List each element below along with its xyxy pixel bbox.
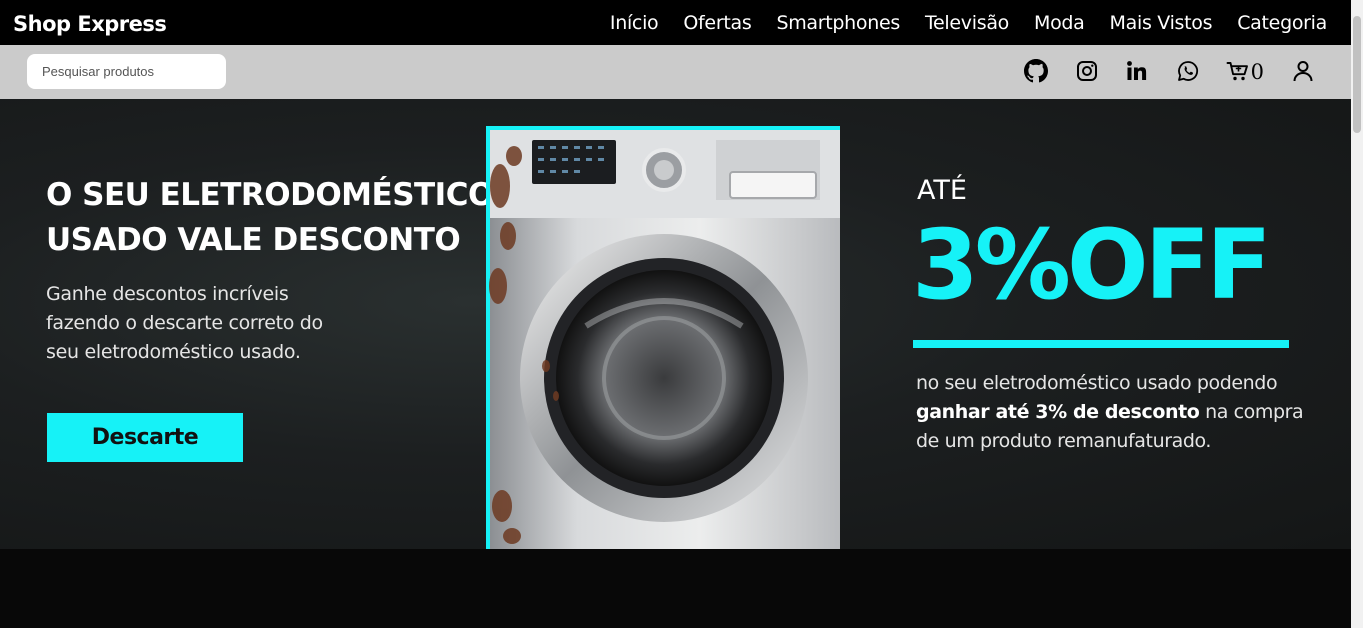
cart-button[interactable]: 0 — [1226, 59, 1264, 83]
cart-icon — [1226, 59, 1250, 83]
whatsapp-icon[interactable] — [1176, 59, 1200, 83]
instagram-icon[interactable] — [1075, 59, 1099, 83]
page-scrollbar[interactable] — [1351, 0, 1363, 628]
washing-machine-image — [486, 126, 840, 549]
search-input[interactable] — [27, 54, 226, 89]
nav-link-ofertas[interactable]: Ofertas — [683, 12, 751, 34]
linkedin-icon[interactable] — [1125, 59, 1149, 83]
nav-link-moda[interactable]: Moda — [1034, 12, 1085, 34]
nav-link-smartphones[interactable]: Smartphones — [776, 12, 900, 34]
discount-divider — [913, 340, 1289, 348]
nav-link-categoria[interactable]: Categoria — [1237, 12, 1327, 34]
cart-count: 0 — [1250, 60, 1264, 84]
promo-text-start: no seu eletrodoméstico usado podendo — [916, 372, 1278, 394]
nav-link-mais-vistos[interactable]: Mais Vistos — [1110, 12, 1213, 34]
promo-ate-label: ATÉ — [917, 175, 967, 206]
promo-description: no seu eletrodoméstico usado podendo gan… — [916, 369, 1326, 456]
nav-links: Início Ofertas Smartphones Televisão Mod… — [610, 12, 1327, 34]
nav-link-inicio[interactable]: Início — [610, 12, 659, 34]
nav-link-televisao[interactable]: Televisão — [925, 12, 1009, 34]
github-icon[interactable] — [1023, 59, 1048, 83]
social-icons: 0 — [1023, 59, 1315, 83]
descarte-button[interactable]: Descarte — [47, 413, 243, 462]
promo-text-bold: ganhar até 3% de desconto — [916, 401, 1200, 423]
discount-headline: 3%OFF — [912, 209, 1272, 321]
hero-description: Ganhe descontos incríveis fazendo o desc… — [46, 283, 323, 363]
brand-logo[interactable]: Shop Express — [13, 12, 167, 36]
scrollbar-thumb[interactable] — [1353, 16, 1361, 133]
hero-title: O SEU ELETRODOMÉSTICO USADO VALE DESCONT… — [46, 177, 494, 258]
top-navbar: Shop Express Início Ofertas Smartphones … — [0, 0, 1351, 45]
hero-banner[interactable]: O SEU ELETRODOMÉSTICO USADO VALE DESCONT… — [0, 99, 1351, 549]
user-icon[interactable] — [1291, 59, 1315, 83]
search-bar: 0 — [0, 45, 1351, 99]
